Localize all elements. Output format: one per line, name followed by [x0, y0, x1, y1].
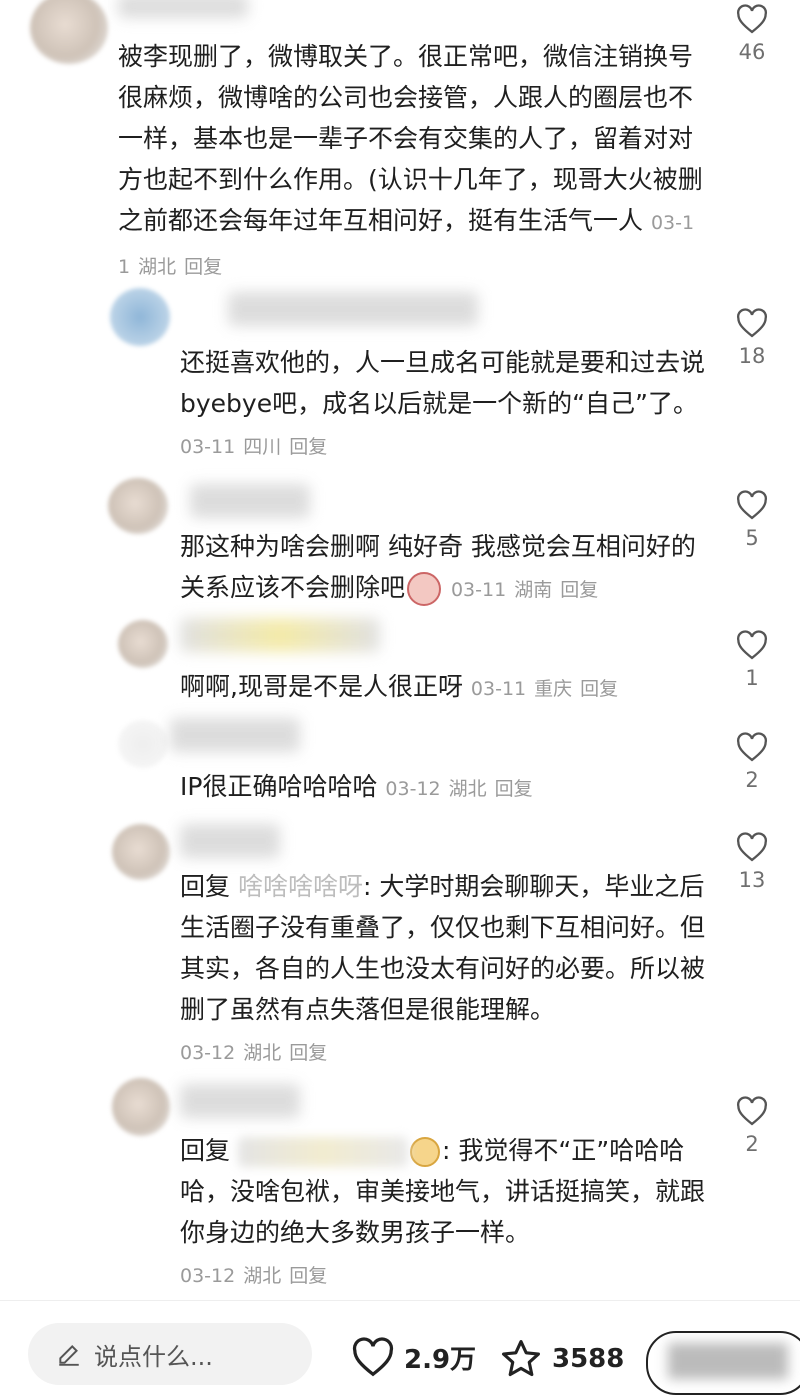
comment-text: 还挺喜欢他的，人一旦成名可能就是要和过去说byebye吧，成名以后就是一个新的“…: [180, 342, 710, 468]
comment-body: 啊啊,现哥是不是人很正呀: [180, 672, 463, 701]
reply-button[interactable]: 回复: [580, 678, 618, 700]
reply-to-username[interactable]: 啥啥啥啥呀: [238, 872, 363, 901]
like-button[interactable]: 2: [722, 732, 782, 792]
username-blurred[interactable]: [180, 824, 280, 858]
comment-text: 回复 : 我觉得不“正”哈哈哈哈，没啥包袱，审美接地气，讲话挺搞笑，就跟你身边的…: [180, 1130, 710, 1297]
comment-text: 回复 啥啥啥啥呀: 大学时期会聊聊天，毕业之后生活圈子没有重叠了，仅仅也剩下互相…: [180, 866, 710, 1074]
reply-button[interactable]: 回复: [184, 256, 222, 278]
username-blurred[interactable]: [170, 718, 300, 752]
comment-location: 湖北: [243, 1265, 282, 1287]
reply-prefix: 回复: [180, 1136, 231, 1165]
like-count: 18: [738, 344, 766, 368]
comment-body: 还挺喜欢他的，人一旦成名可能就是要和过去说byebye吧，成名以后就是一个新的“…: [180, 348, 706, 418]
like-count: 13: [738, 868, 766, 892]
comment-date: 03-11: [470, 678, 527, 700]
bottom-action-bar: 说点什么... 2.9万 3588: [0, 1300, 800, 1395]
avatar[interactable]: [118, 620, 168, 668]
favorite-button[interactable]: 3588: [498, 1337, 624, 1381]
like-button[interactable]: 5: [722, 490, 782, 550]
emoji-icon: [409, 1137, 440, 1167]
username-blurred[interactable]: [118, 0, 248, 18]
star-outline-icon: [502, 1340, 540, 1377]
pencil-icon: [59, 1345, 79, 1366]
heart-outline-icon: [352, 1337, 394, 1377]
comment-date: 03-11: [180, 436, 236, 458]
avatar[interactable]: [118, 720, 168, 768]
comment-date: 03-12: [385, 778, 441, 800]
comment-body: 被李现删了，微博取关了。很正常吧，微信注销换号很麻烦，微博啥的公司也会接管，人跟…: [118, 42, 703, 235]
like-count: 5: [745, 526, 759, 550]
comment-date: 03-12: [180, 1042, 236, 1064]
avatar[interactable]: [112, 824, 170, 880]
comment-location: 四川: [243, 436, 282, 458]
username-blurred[interactable]: [180, 618, 380, 652]
share-button-blurred: [668, 1343, 788, 1379]
heart-outline-icon: [737, 490, 767, 520]
heart-outline-icon: [737, 832, 767, 862]
comment-text: IP很正确哈哈哈哈 03-12 湖北 回复: [180, 766, 710, 810]
heart-outline-icon: [737, 732, 767, 762]
avatar[interactable]: [110, 288, 170, 346]
reply-button[interactable]: 回复: [289, 436, 327, 458]
reply-prefix: 回复: [180, 872, 231, 901]
reply-button[interactable]: 回复: [289, 1042, 327, 1064]
reply-button[interactable]: 回复: [495, 778, 533, 800]
like-button[interactable]: 13: [722, 832, 782, 892]
like-count: 1: [745, 666, 759, 690]
heart-outline-icon: [737, 1096, 767, 1126]
reply-button[interactable]: 回复: [289, 1265, 327, 1287]
reply-to-username-blurred[interactable]: [237, 1137, 408, 1167]
comment-text: 被李现删了，微博取关了。很正常吧，微信注销换号很麻烦，微博啥的公司也会接管，人跟…: [118, 36, 708, 288]
post-like-button[interactable]: 2.9万: [350, 1337, 476, 1377]
comment-location: 湖北: [138, 256, 177, 278]
comment-input-placeholder: 说点什么...: [94, 1343, 213, 1371]
avatar[interactable]: [108, 478, 168, 534]
like-button[interactable]: 18: [722, 308, 782, 368]
comment-location: 湖南: [514, 579, 553, 601]
post-like-count: 2.9万: [404, 1344, 477, 1375]
avatar[interactable]: [112, 1078, 170, 1136]
comment-date: 03-11: [450, 579, 507, 601]
like-button[interactable]: 1: [722, 630, 782, 690]
comment-location: 湖北: [448, 778, 487, 800]
comment-location: 重庆: [534, 678, 573, 700]
comment-date: 03-12: [180, 1265, 236, 1287]
comment-location: 湖北: [243, 1042, 282, 1064]
reply-button[interactable]: 回复: [560, 579, 598, 601]
username-blurred[interactable]: [228, 292, 478, 326]
username-blurred[interactable]: [180, 1084, 300, 1118]
username-blurred[interactable]: [190, 484, 310, 518]
like-count: 2: [745, 768, 759, 792]
share-button[interactable]: [646, 1331, 800, 1395]
favorite-count: 3588: [552, 1344, 625, 1374]
like-count: 2: [745, 1132, 759, 1156]
like-button[interactable]: 2: [722, 1096, 782, 1156]
like-count: 46: [738, 40, 766, 64]
heart-outline-icon: [737, 308, 767, 338]
comment-text: 啊啊,现哥是不是人很正呀 03-11 重庆 回复: [180, 666, 710, 710]
comment-text: 那这种为啥会删啊 纯好奇 我感觉会互相问好的关系应该不会删除吧 03-11 湖南回…: [180, 526, 710, 611]
avatar[interactable]: [30, 0, 108, 64]
like-button[interactable]: 46: [722, 4, 782, 64]
heart-outline-icon: [737, 4, 767, 34]
emoji-icon: [407, 572, 442, 606]
comment-body: IP很正确哈哈哈哈: [180, 772, 378, 801]
heart-outline-icon: [737, 630, 767, 660]
